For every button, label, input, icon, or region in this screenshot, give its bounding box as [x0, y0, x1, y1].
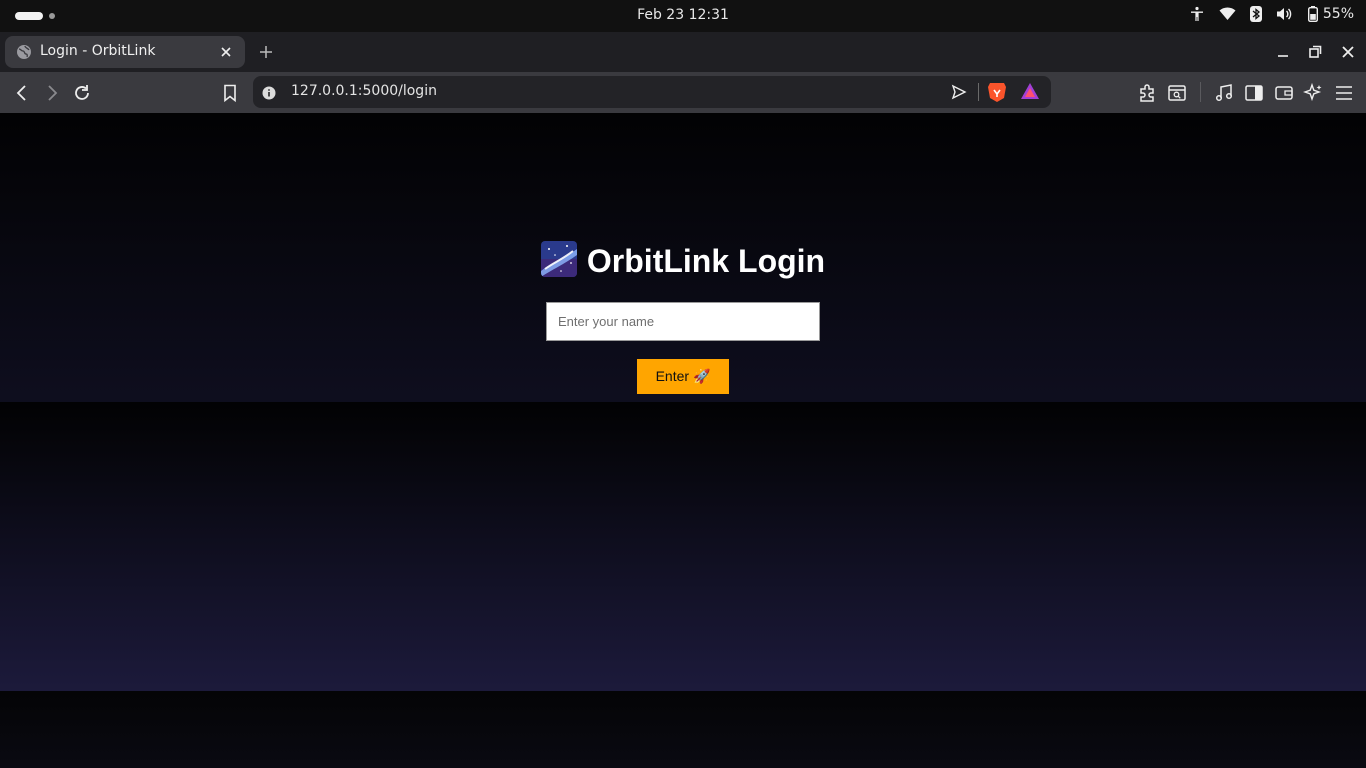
battery-status[interactable]: 55% [1307, 6, 1354, 22]
milky-way-emoji-icon [540, 241, 577, 277]
toolbar-divider [1200, 82, 1201, 102]
system-tray[interactable]: 55% [1189, 6, 1354, 22]
forward-arrow-icon[interactable] [41, 82, 63, 104]
leo-ai-sparkle-icon[interactable] [1302, 82, 1325, 104]
login-section: OrbitLink Login Enter 🚀 [0, 113, 1366, 402]
page-background-lower [0, 402, 1366, 691]
browser-tab-strip: Login - OrbitLink [0, 32, 1366, 72]
wallet-icon[interactable] [1273, 82, 1295, 104]
back-arrow-icon[interactable] [11, 82, 33, 104]
below-viewport-area [0, 691, 1366, 768]
page-title-text: OrbitLink Login [586, 243, 826, 279]
brave-rewards-icon[interactable] [1020, 82, 1040, 104]
site-info-icon[interactable] [262, 85, 276, 104]
minimize-window-icon[interactable] [1273, 42, 1293, 62]
address-bar[interactable]: 127.0.0.1:5000/login [253, 76, 1051, 108]
page-search-icon[interactable] [1166, 82, 1188, 104]
share-icon[interactable] [951, 84, 967, 104]
sidebar-toggle-icon[interactable] [1243, 82, 1265, 104]
browser-toolbar: 127.0.0.1:5000/login [0, 72, 1366, 113]
url-text[interactable]: 127.0.0.1:5000/login [291, 83, 437, 99]
name-input[interactable] [546, 302, 820, 341]
page-viewport: OrbitLink Login Enter 🚀 [0, 113, 1366, 691]
battery-percent: 55% [1322, 6, 1354, 22]
enter-button[interactable]: Enter 🚀 [637, 359, 729, 394]
bookmark-icon[interactable] [219, 82, 241, 104]
main-menu-hamburger-icon[interactable] [1333, 82, 1355, 104]
accessibility-icon[interactable] [1189, 6, 1205, 22]
tab-close-icon[interactable] [217, 43, 235, 61]
close-window-icon[interactable] [1338, 42, 1358, 62]
browser-tab[interactable]: Login - OrbitLink [5, 36, 245, 68]
extensions-puzzle-icon[interactable] [1136, 82, 1158, 104]
restore-window-icon[interactable] [1305, 42, 1325, 62]
battery-icon [1307, 6, 1318, 22]
reload-icon[interactable] [71, 82, 93, 104]
tab-title: Login - OrbitLink [40, 43, 156, 59]
media-music-note-icon[interactable] [1213, 82, 1235, 104]
system-clock[interactable]: Feb 23 12:31 [0, 7, 1366, 23]
globe-icon [16, 44, 32, 64]
system-top-bar: Feb 23 12:31 55% [0, 0, 1366, 32]
new-tab-icon[interactable] [256, 42, 276, 62]
bluetooth-icon[interactable] [1249, 6, 1262, 22]
volume-icon[interactable] [1276, 6, 1294, 22]
page-title: OrbitLink Login [0, 241, 1366, 281]
wifi-icon[interactable] [1219, 7, 1236, 21]
brave-shields-icon[interactable] [987, 81, 1007, 107]
url-bar-divider [978, 83, 979, 101]
